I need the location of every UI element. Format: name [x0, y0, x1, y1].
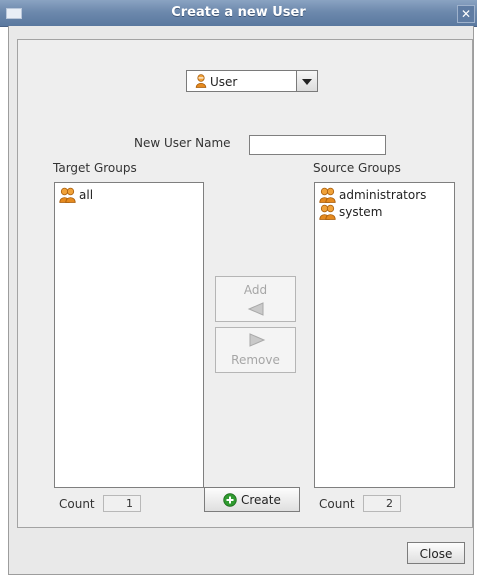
target-count-label: Count [59, 497, 95, 511]
group-icon [319, 187, 336, 203]
type-select-value: User [210, 75, 238, 89]
add-button-label: Add [243, 283, 268, 297]
window-title: Create a new User [171, 5, 306, 20]
source-count-label: Count [319, 497, 355, 511]
group-icon [59, 187, 76, 203]
arrow-right-icon [249, 333, 266, 347]
group-icon [319, 204, 336, 220]
new-user-name-input[interactable] [249, 135, 386, 155]
source-groups-list[interactable]: administrators system [314, 182, 455, 488]
window-close-icon[interactable]: ✕ [457, 5, 475, 23]
add-button[interactable]: Add [215, 276, 296, 322]
create-button[interactable]: Create [204, 487, 300, 512]
dialog-window: Create a new User ✕ User New User Name T… [0, 0, 477, 577]
new-user-name-label: New User Name [134, 136, 231, 150]
arrow-left-icon [247, 302, 264, 316]
target-groups-label: Target Groups [53, 161, 137, 175]
target-count-field: 1 [103, 495, 141, 512]
user-form-panel: User New User Name Target Groups all Cou… [17, 39, 473, 528]
dropdown-arrow-button[interactable] [296, 71, 317, 91]
remove-button[interactable]: Remove [215, 327, 296, 373]
type-select[interactable]: User [186, 70, 318, 92]
plus-circle-icon [223, 493, 237, 507]
source-groups-label: Source Groups [313, 161, 401, 175]
title-bar[interactable]: Create a new User ✕ [0, 0, 477, 27]
dialog-body: User New User Name Target Groups all Cou… [8, 26, 474, 575]
close-button-label: Close [419, 547, 453, 561]
list-item-label: system [339, 205, 383, 219]
list-item-label: all [79, 188, 94, 202]
create-button-label: Create [241, 493, 281, 507]
close-button[interactable]: Close [407, 542, 465, 564]
list-item-label: administrators [339, 188, 427, 202]
chevron-down-icon [302, 79, 312, 85]
source-count-field: 2 [363, 495, 401, 512]
user-icon [195, 74, 207, 88]
target-groups-list[interactable]: all [54, 182, 204, 488]
remove-button-label: Remove [231, 353, 280, 367]
